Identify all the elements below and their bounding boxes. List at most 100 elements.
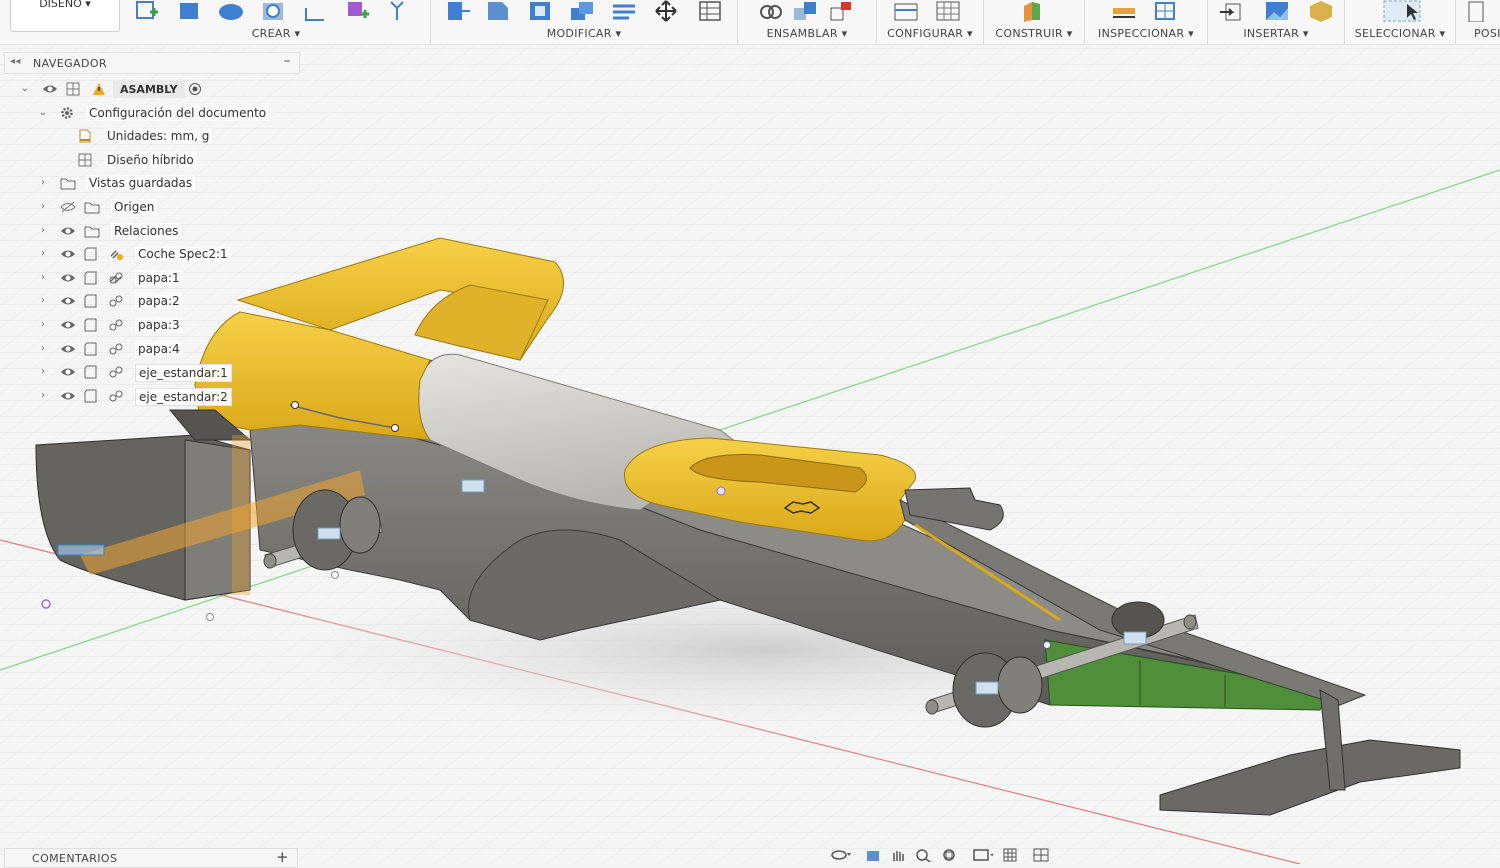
- origin-point[interactable]: [206, 613, 214, 621]
- activate-radio-icon[interactable]: [188, 82, 202, 96]
- tree-root[interactable]: ⌄ ASAMBLY: [4, 78, 300, 102]
- inspect-group[interactable]: INSPECCIONAR ▾: [1085, 0, 1208, 44]
- position-icon[interactable]: [1466, 0, 1492, 22]
- chevron-right-icon[interactable]: ›: [38, 343, 48, 354]
- joint-marker[interactable]: [975, 681, 999, 695]
- create-form-icon[interactable]: [344, 0, 370, 22]
- press-pull-icon[interactable]: [445, 0, 471, 22]
- tree-item-joints[interactable]: › Relaciones: [4, 220, 300, 244]
- viewports-icon[interactable]: [1032, 848, 1054, 862]
- draft-icon[interactable]: [611, 0, 637, 22]
- display-settings-icon[interactable]: [972, 848, 994, 862]
- tree-item-saved-views[interactable]: › Vistas guardadas: [4, 172, 300, 196]
- hole-icon[interactable]: [260, 0, 286, 22]
- insert-group[interactable]: INSERTAR ▾: [1208, 0, 1345, 44]
- tree-item-hybrid-design[interactable]: Diseño híbrido: [4, 149, 300, 173]
- workspace-switcher[interactable]: DISEÑO ▾: [10, 0, 120, 32]
- select-cursor-icon[interactable]: [1383, 0, 1421, 22]
- origin-point[interactable]: [331, 571, 339, 579]
- eye-icon[interactable]: [60, 390, 76, 402]
- modify-group[interactable]: MODIFICAR ▾: [431, 0, 738, 44]
- tree-item-units[interactable]: Unidades: mm, g: [4, 125, 300, 149]
- hidden-eye-icon[interactable]: [60, 201, 76, 213]
- eye-icon[interactable]: [60, 343, 76, 355]
- joint-origin-point[interactable]: [716, 486, 726, 496]
- tree-item-component[interactable]: › Coche Spec2:1: [4, 243, 300, 267]
- document-icon: [79, 129, 91, 143]
- new-sketch-icon[interactable]: [134, 0, 160, 22]
- orbit-icon[interactable]: [830, 848, 852, 862]
- section-analysis-icon[interactable]: [1153, 0, 1179, 22]
- joint-origin-point[interactable]: [1043, 641, 1051, 649]
- chamfer-icon[interactable]: [527, 0, 553, 22]
- tree-item-document-settings[interactable]: ⌄ Configuración del documento: [4, 102, 300, 126]
- assemble-group[interactable]: ENSAMBLAR ▾: [738, 0, 877, 44]
- zoom-icon[interactable]: [914, 848, 936, 862]
- chevron-right-icon[interactable]: ›: [38, 272, 48, 283]
- offset-plane-icon[interactable]: [1020, 0, 1046, 22]
- extrude-icon[interactable]: [176, 0, 202, 22]
- chevron-right-icon[interactable]: ›: [38, 225, 48, 236]
- create-group[interactable]: CREAR ▾: [122, 0, 431, 44]
- construction-plane[interactable]: [232, 435, 250, 595]
- link-icon: [109, 390, 123, 402]
- look-at-icon[interactable]: [864, 848, 886, 862]
- shell-icon[interactable]: [569, 0, 595, 22]
- joint-marker[interactable]: [461, 479, 485, 493]
- eye-icon[interactable]: [60, 225, 76, 237]
- grid-settings-icon[interactable]: [1002, 848, 1024, 862]
- pan-hand-icon[interactable]: [888, 848, 910, 862]
- fillet-icon[interactable]: [485, 0, 511, 22]
- gear-icon: [61, 106, 73, 119]
- eye-icon[interactable]: [60, 366, 76, 378]
- chevron-right-icon[interactable]: ›: [38, 248, 48, 259]
- tree-item-component[interactable]: › papa:2: [4, 290, 300, 314]
- joint-marker[interactable]: [317, 527, 341, 540]
- chevron-down-icon[interactable]: ⌄: [20, 83, 30, 94]
- insert-derive-icon[interactable]: [1218, 0, 1244, 22]
- rigid-group-icon[interactable]: [828, 0, 854, 22]
- minimize-button[interactable]: –: [284, 53, 291, 69]
- sketch-point[interactable]: [391, 424, 399, 432]
- configure-grid-icon[interactable]: [935, 0, 961, 22]
- insert-canvas-icon[interactable]: [1264, 0, 1290, 22]
- configure-table-icon[interactable]: [893, 0, 919, 22]
- position-group[interactable]: POSI: [1456, 0, 1500, 44]
- chevron-right-icon[interactable]: ›: [38, 177, 48, 188]
- eye-icon[interactable]: [60, 248, 76, 260]
- parameters-icon[interactable]: [697, 0, 723, 22]
- tree-item-component[interactable]: › papa:3: [4, 314, 300, 338]
- add-comment-button[interactable]: +: [276, 848, 289, 866]
- comments-panel[interactable]: COMENTARIOS +: [4, 848, 298, 868]
- insert-mesh-icon[interactable]: [1308, 0, 1334, 22]
- eye-icon[interactable]: [60, 319, 76, 331]
- tree-item-origin[interactable]: › Origen: [4, 196, 300, 220]
- tree-item-component[interactable]: › papa:1: [4, 267, 300, 291]
- tree-item-component[interactable]: › eje_estandar:2: [4, 385, 300, 409]
- construct-group[interactable]: CONSTRUIR ▾: [984, 0, 1085, 44]
- joint-marker[interactable]: [1123, 631, 1147, 645]
- move-icon[interactable]: [653, 0, 679, 22]
- measure-icon[interactable]: [1111, 0, 1137, 22]
- chevron-right-icon[interactable]: ›: [38, 319, 48, 330]
- chevron-right-icon[interactable]: ›: [38, 295, 48, 306]
- chevron-right-icon[interactable]: ›: [38, 201, 48, 212]
- fit-icon[interactable]: [940, 848, 962, 862]
- eye-icon[interactable]: [42, 83, 58, 95]
- eye-icon[interactable]: [60, 272, 76, 284]
- revolve-icon[interactable]: [218, 0, 244, 22]
- configure-group[interactable]: CONFIGURAR ▾: [877, 0, 984, 44]
- collapse-panel-icon[interactable]: ◂◂: [10, 56, 21, 67]
- tree-item-component[interactable]: › papa:4: [4, 338, 300, 362]
- joint-icon[interactable]: [758, 0, 784, 22]
- derive-icon[interactable]: [384, 0, 410, 22]
- chevron-right-icon[interactable]: ›: [38, 390, 48, 401]
- inspect-group-label: INSPECCIONAR: [1098, 27, 1185, 40]
- as-built-joint-icon[interactable]: [792, 0, 818, 22]
- select-group[interactable]: SELECCIONAR ▾: [1345, 0, 1456, 44]
- chevron-down-icon[interactable]: ⌄: [38, 107, 48, 118]
- eye-icon[interactable]: [60, 295, 76, 307]
- pattern-icon[interactable]: [302, 0, 328, 22]
- tree-item-component[interactable]: › eje_estandar:1: [4, 361, 300, 385]
- chevron-right-icon[interactable]: ›: [38, 366, 48, 377]
